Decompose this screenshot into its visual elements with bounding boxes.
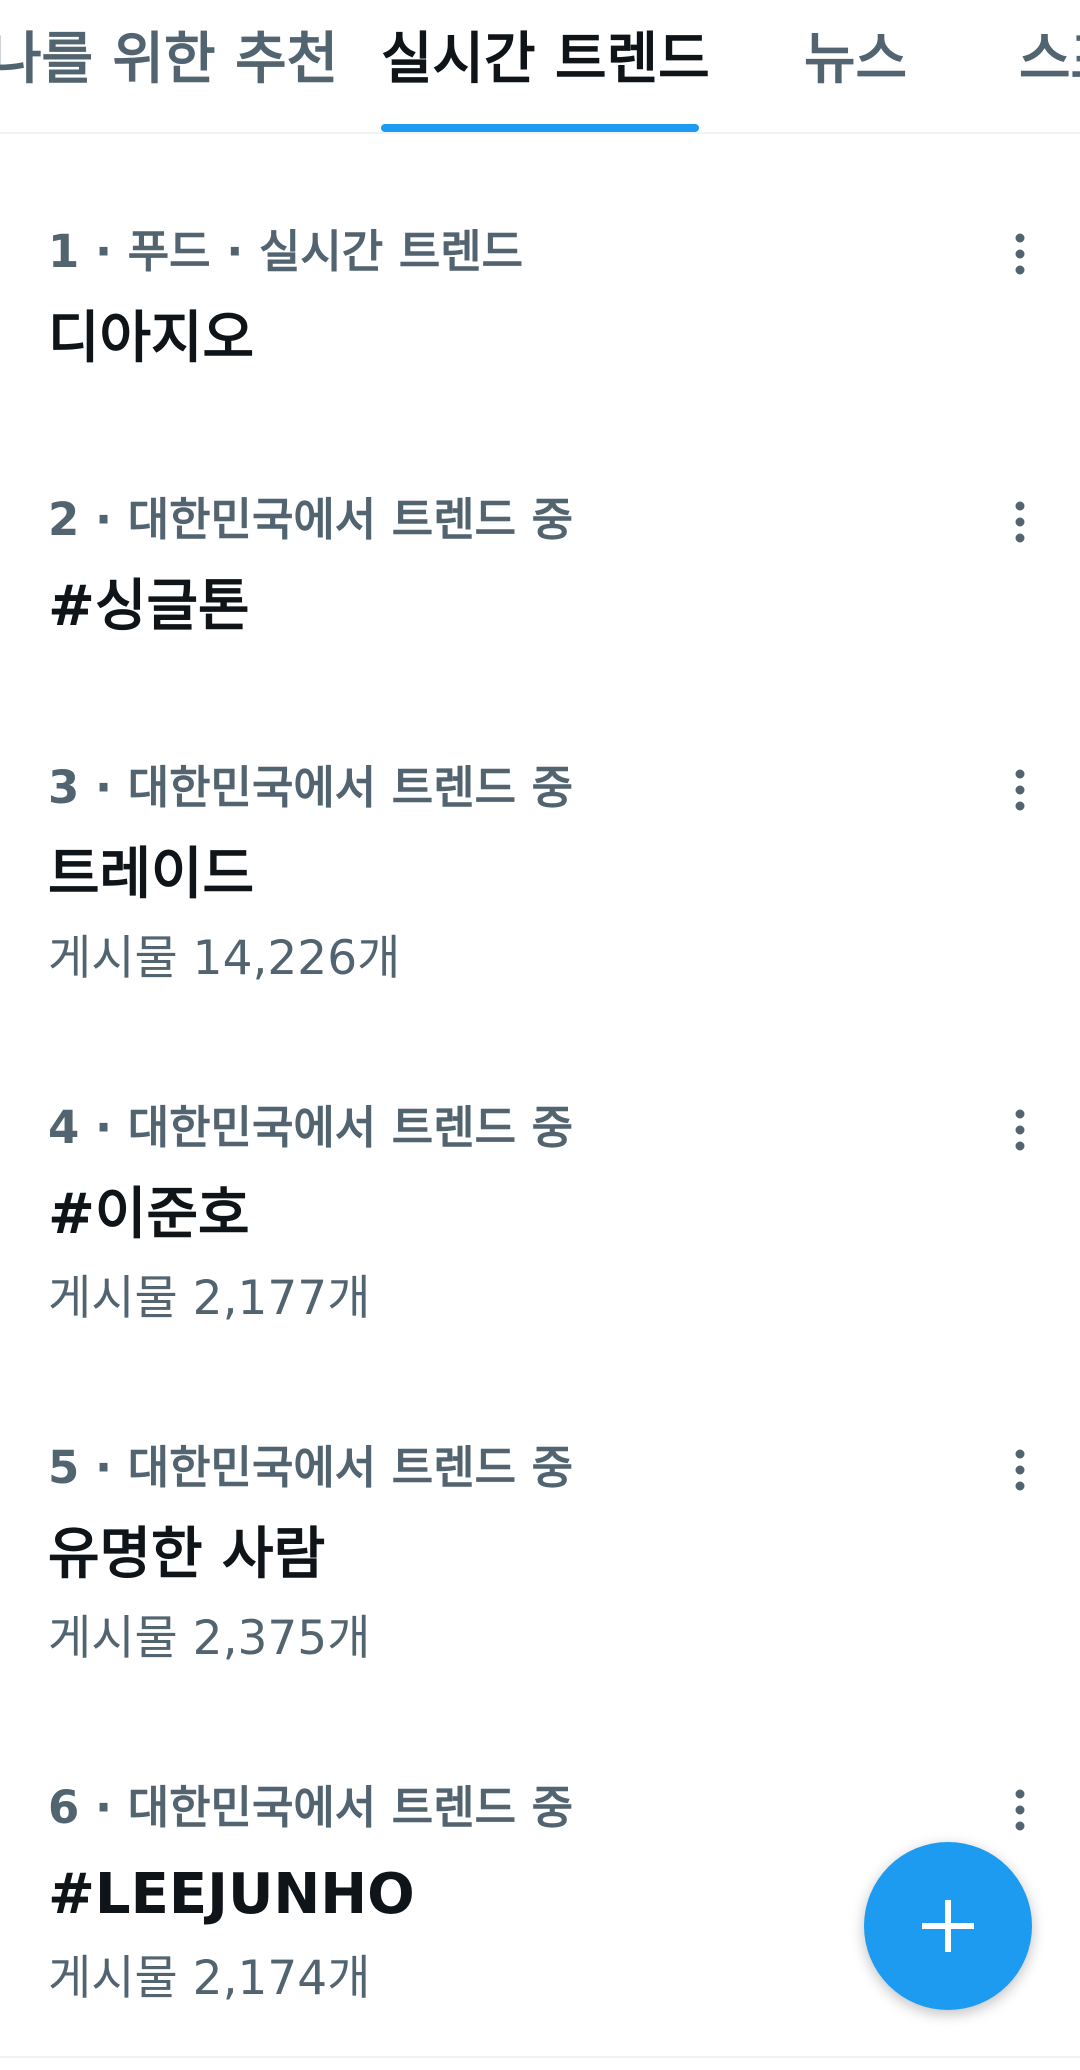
more-options-button[interactable] <box>990 224 1050 284</box>
trend-context: 5 · 대한민국에서 트렌드 중 <box>48 1441 574 1494</box>
trend-context: 4 · 대한민국에서 트렌드 중 <box>48 1101 574 1154</box>
trend-item[interactable]: 4 · 대한민국에서 트렌드 중 #이준호 게시물 2,177개 <box>0 1100 1080 1380</box>
tab-for-you[interactable]: 나를 위한 추천 <box>0 28 338 132</box>
trend-name: #싱글톤 <box>48 574 250 639</box>
more-options-button[interactable] <box>990 492 1050 552</box>
trend-post-count: 게시물 14,226개 <box>48 931 401 986</box>
trend-name: #이준호 <box>48 1182 250 1247</box>
more-vertical-icon <box>1015 769 1025 811</box>
tab-news[interactable]: 뉴스 <box>804 28 907 132</box>
trend-item[interactable]: 1 · 푸드 · 실시간 트렌드 디아지오 <box>0 224 1080 444</box>
trend-context: 1 · 푸드 · 실시간 트렌드 <box>48 225 524 278</box>
trend-item[interactable]: 3 · 대한민국에서 트렌드 중 트레이드 게시물 14,226개 <box>0 760 1080 1040</box>
trend-context: 6 · 대한민국에서 트렌드 중 <box>48 1781 574 1834</box>
trend-item[interactable]: 2 · 대한민국에서 트렌드 중 #싱글톤 <box>0 492 1080 712</box>
compose-post-button[interactable] <box>864 1842 1032 2010</box>
more-options-button[interactable] <box>990 1440 1050 1500</box>
trend-context: 3 · 대한민국에서 트렌드 중 <box>48 761 574 814</box>
trend-name: 트레이드 <box>48 842 255 907</box>
trend-name: #LEEJUNHO <box>48 1862 415 1927</box>
tab-sports[interactable]: 스포츠 <box>1019 28 1080 132</box>
bottom-divider <box>0 2056 1080 2058</box>
trend-name: 유명한 사람 <box>48 1522 326 1587</box>
active-tab-indicator <box>381 124 699 132</box>
trend-post-count: 게시물 2,375개 <box>48 1611 371 1666</box>
more-vertical-icon <box>1015 1109 1025 1151</box>
explore-tab-bar: 나를 위한 추천 실시간 트렌드 뉴스 스포츠 <box>0 0 1080 134</box>
trend-post-count: 게시물 2,174개 <box>48 1951 371 2006</box>
more-options-button[interactable] <box>990 760 1050 820</box>
more-options-button[interactable] <box>990 1100 1050 1160</box>
more-options-button[interactable] <box>990 1780 1050 1840</box>
more-vertical-icon <box>1015 501 1025 543</box>
trend-post-count: 게시물 2,177개 <box>48 1271 371 1326</box>
plus-icon <box>922 1900 974 1952</box>
more-vertical-icon <box>1015 1789 1025 1831</box>
tab-trending[interactable]: 실시간 트렌드 <box>381 28 710 132</box>
more-vertical-icon <box>1015 233 1025 275</box>
trend-context: 2 · 대한민국에서 트렌드 중 <box>48 493 574 546</box>
trend-item[interactable]: 5 · 대한민국에서 트렌드 중 유명한 사람 게시물 2,375개 <box>0 1440 1080 1720</box>
more-vertical-icon <box>1015 1449 1025 1491</box>
trend-name: 디아지오 <box>48 306 255 371</box>
